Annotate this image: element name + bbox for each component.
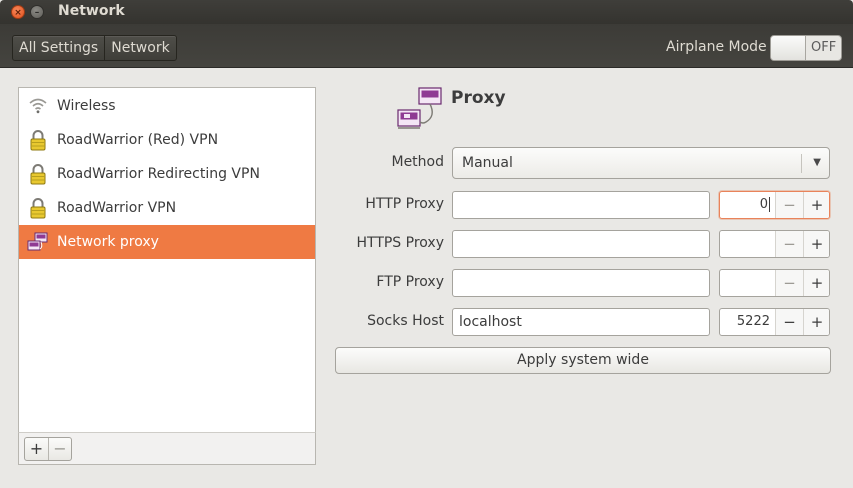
http-proxy-port-field[interactable]: 0 [720, 192, 774, 218]
https-proxy-host-input[interactable] [452, 230, 710, 258]
remove-connection-button[interactable]: − [48, 438, 71, 460]
window-title: Network [58, 3, 125, 19]
list-item-wireless[interactable]: Wireless [19, 89, 315, 123]
increment-button[interactable]: + [803, 309, 829, 335]
toggle-knob[interactable] [771, 36, 806, 60]
https-proxy-port-spinner[interactable]: − + [719, 230, 830, 258]
socks-port-field[interactable]: 5222 [720, 309, 774, 335]
list-item-label: RoadWarrior (Red) VPN [57, 132, 219, 148]
method-dropdown[interactable]: Manual ▼ [452, 147, 830, 179]
https-proxy-label: HTTPS Proxy [356, 235, 444, 251]
add-connection-button[interactable]: + [25, 438, 48, 460]
page-title: Proxy [451, 88, 506, 108]
ftp-proxy-label: FTP Proxy [376, 274, 444, 290]
list-toolbar: + − [18, 432, 316, 465]
decrement-button[interactable]: − [775, 270, 803, 296]
ftp-proxy-port-spinner[interactable]: − + [719, 269, 830, 297]
list-button-group: + − [24, 437, 72, 461]
list-item-label: RoadWarrior VPN [57, 200, 177, 216]
lock-icon [19, 163, 57, 185]
breadcrumb-all-settings[interactable]: All Settings [13, 36, 104, 60]
increment-button[interactable]: + [803, 192, 829, 218]
decrement-button[interactable]: − [775, 309, 803, 335]
chevron-down-icon: ▼ [813, 157, 821, 168]
airplane-mode-label: Airplane Mode [666, 39, 767, 55]
port-value: 0 [759, 197, 768, 212]
toolbar: All Settings Network Airplane Mode OFF [0, 24, 853, 68]
decrement-button[interactable]: − [775, 192, 803, 218]
list-item-roadwarrior-vpn[interactable]: RoadWarrior VPN [19, 191, 315, 225]
decrement-button[interactable]: − [775, 231, 803, 257]
ftp-proxy-port-field[interactable] [720, 270, 774, 296]
lock-icon [19, 129, 57, 151]
text-cursor [769, 197, 770, 212]
list-item-label: Wireless [57, 98, 116, 114]
minimize-window-button[interactable]: – [30, 5, 44, 19]
lock-icon [19, 197, 57, 219]
airplane-mode-toggle[interactable]: OFF [770, 35, 842, 61]
window-titlebar: × – Network [0, 0, 853, 24]
apply-system-wide-button[interactable]: Apply system wide [335, 347, 831, 374]
http-proxy-port-spinner[interactable]: 0 − + [719, 191, 830, 219]
increment-button[interactable]: + [803, 231, 829, 257]
wifi-icon [19, 98, 57, 114]
breadcrumb-network[interactable]: Network [104, 36, 175, 60]
close-window-button[interactable]: × [11, 5, 25, 19]
connection-list: Wireless RoadWarrior (Red) VPN RoadWarri… [18, 87, 316, 433]
method-label: Method [391, 154, 444, 170]
https-proxy-port-field[interactable] [720, 231, 774, 257]
list-item-roadwarrior-redirecting-vpn[interactable]: RoadWarrior Redirecting VPN [19, 157, 315, 191]
http-proxy-label: HTTP Proxy [365, 196, 444, 212]
breadcrumb: All Settings Network [12, 35, 177, 61]
list-item-roadwarrior-red-vpn[interactable]: RoadWarrior (Red) VPN [19, 123, 315, 157]
socks-host-input[interactable]: localhost [452, 308, 710, 336]
increment-button[interactable]: + [803, 270, 829, 296]
network-proxy-icon [396, 86, 442, 136]
list-item-label: RoadWarrior Redirecting VPN [57, 166, 260, 182]
list-item-network-proxy[interactable]: Network proxy [19, 225, 315, 259]
list-item-label: Network proxy [57, 234, 159, 250]
method-selected-value: Manual [462, 155, 513, 171]
toggle-state-text: OFF [811, 40, 837, 55]
ftp-proxy-host-input[interactable] [452, 269, 710, 297]
divider [801, 154, 802, 173]
http-proxy-host-input[interactable] [452, 191, 710, 219]
network-proxy-icon [19, 232, 57, 252]
socks-port-spinner[interactable]: 5222 − + [719, 308, 830, 336]
socks-host-label: Socks Host [367, 313, 444, 329]
